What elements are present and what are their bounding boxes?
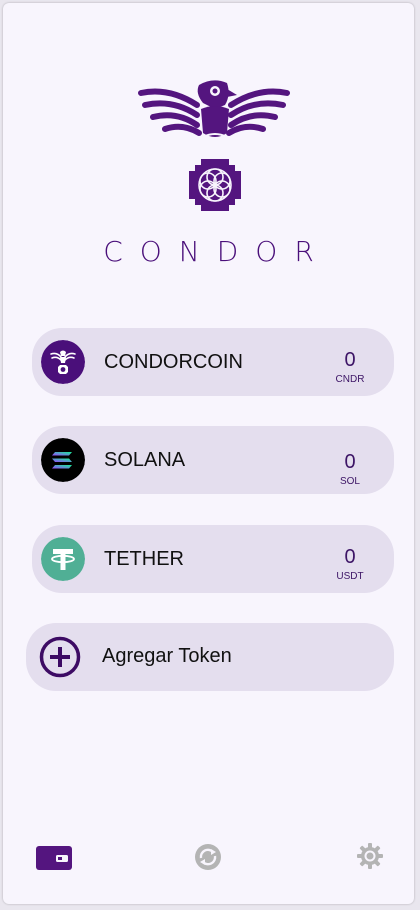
- solana-icon: [41, 438, 85, 482]
- token-symbol: SOL: [339, 476, 360, 487]
- token-balance: 0: [344, 546, 356, 568]
- token-row-tether[interactable]: TETHER 0 USDT: [32, 525, 394, 593]
- gear-icon[interactable]: [356, 842, 384, 870]
- token-balance: 0: [344, 451, 356, 473]
- token-symbol: CNDR: [335, 374, 365, 385]
- token-name: CONDORCOIN: [104, 351, 243, 373]
- token-name: SOLANA: [104, 449, 186, 471]
- condorcoin-icon: [41, 340, 85, 384]
- wallet-icon[interactable]: [36, 844, 72, 872]
- add-token-button[interactable]: Agregar Token: [26, 623, 394, 691]
- add-token-label: Agregar Token: [102, 645, 232, 667]
- token-symbol: USDT: [336, 571, 364, 582]
- token-row-solana[interactable]: SOLANA 0 SOL: [32, 426, 394, 494]
- token-balance: 0: [344, 349, 356, 371]
- plus-circle-icon: [39, 636, 81, 678]
- tether-icon: [41, 537, 85, 581]
- wallet-screen: CONDOR CONDORCOIN 0 CNDR SOLANA 0 SOL TE…: [3, 3, 414, 904]
- swap-icon[interactable]: [194, 843, 222, 871]
- condor-logo-icon: [138, 80, 290, 211]
- token-name: TETHER: [104, 548, 184, 570]
- brand-name: CONDOR: [103, 235, 331, 268]
- token-row-condorcoin[interactable]: CONDORCOIN 0 CNDR: [32, 328, 394, 396]
